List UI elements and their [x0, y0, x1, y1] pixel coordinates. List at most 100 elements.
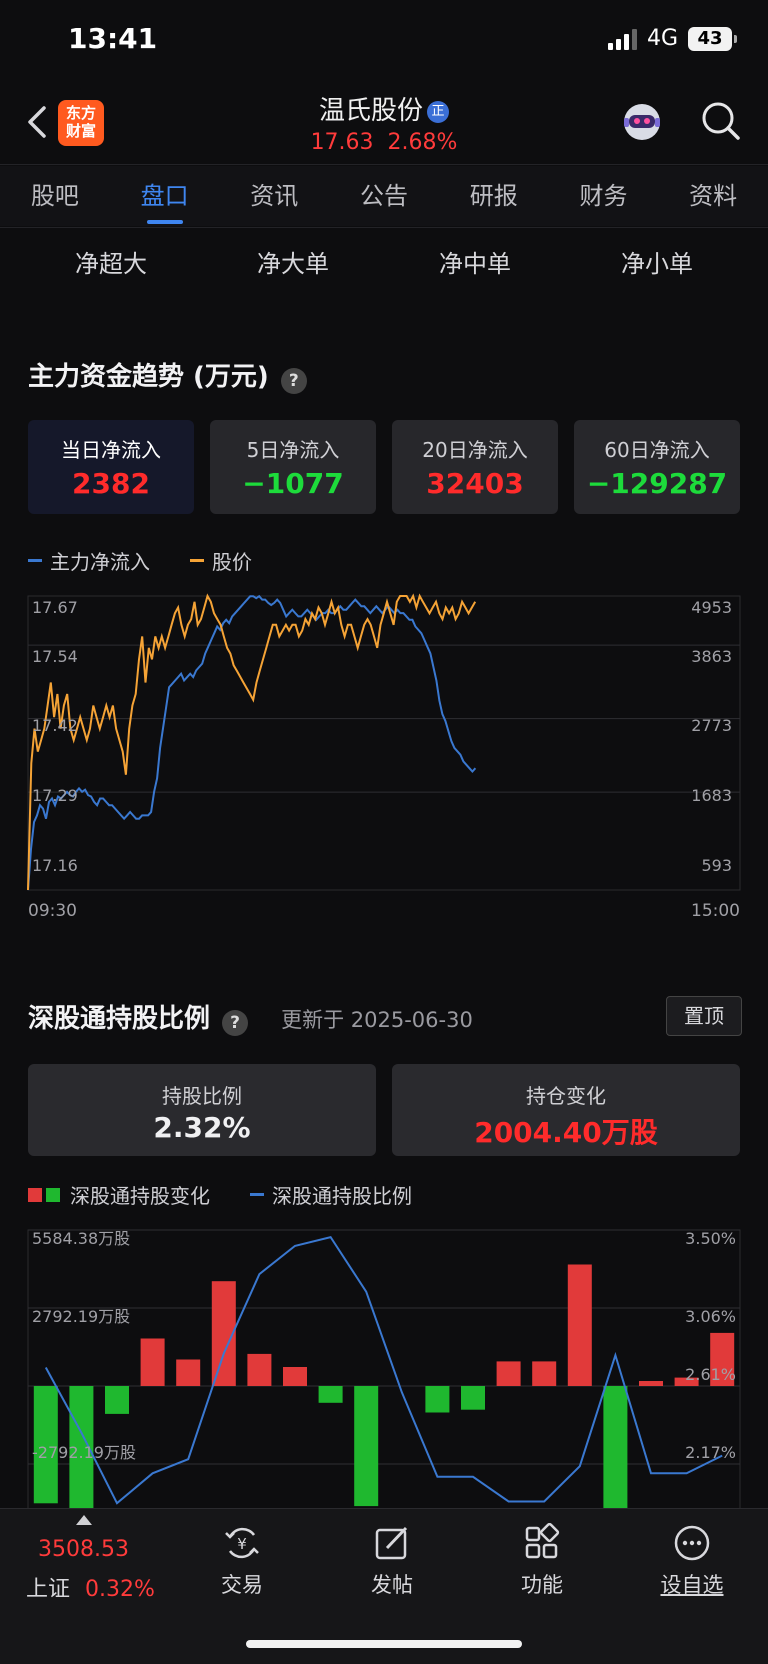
edit-icon [375, 1526, 408, 1560]
flow-card-label: 60日净流入 [604, 438, 710, 462]
nav-add-watchlist-label: 设自选 [660, 1573, 724, 1597]
holding-chart: 5584.38万股 2792.19万股 -2792.19万股 3.50% 3.06% 2.… [27, 1229, 741, 1508]
holding-bar-increase [532, 1361, 557, 1386]
flow-chart: 17.67 17.54 17.42 17.29 17.16 4953 3863 2773 168… [27, 593, 741, 921]
svg-text:¥: ¥ [237, 1535, 247, 1553]
legend-red-square [28, 1187, 42, 1202]
flow-card-5d[interactable]: 5日净流入 −1077 [210, 420, 376, 514]
holding-bar-decrease [461, 1386, 485, 1410]
y-right-tick: 1683 [691, 786, 732, 805]
subtab-small[interactable]: 净小单 [566, 244, 748, 279]
holding-bar-increase [283, 1367, 307, 1386]
battery-icon: 43 [688, 26, 737, 51]
tab-guba[interactable]: 股吧 [0, 166, 110, 226]
y-right-tick: 2.17% [685, 1443, 736, 1462]
robot-assistant-icon[interactable] [620, 100, 664, 144]
nav-trade-label: 交易 [221, 1573, 263, 1597]
help-icon[interactable]: ? [280, 367, 307, 394]
flow-card-20d[interactable]: 20日净流入 32403 [392, 420, 558, 514]
index-change: 0.32% [85, 1577, 155, 1602]
status-indicators: 4G 43 [607, 26, 737, 51]
holding-ratio-label: 持股比例 [162, 1084, 242, 1108]
status-time: 13:41 [68, 22, 158, 55]
signal-icon [607, 28, 637, 50]
stock-price: 17.63 [310, 130, 374, 155]
legend-blue-line [250, 1193, 264, 1196]
y-right-tick: 2.61% [685, 1365, 736, 1384]
index-name: 上证 [26, 1577, 71, 1602]
nav-functions[interactable]: 功能 [492, 1523, 592, 1599]
tab-research[interactable]: 研报 [439, 166, 549, 226]
holding-bar-increase [176, 1359, 201, 1386]
chart-frame [27, 1229, 741, 1508]
holding-bar-decrease [105, 1386, 129, 1414]
y-left-tick: 17.67 [32, 598, 78, 617]
flow-card-value: −1077 [242, 467, 344, 500]
y-left-tick: 17.16 [32, 856, 78, 875]
tab-news[interactable]: 资讯 [219, 166, 329, 226]
help-icon[interactable]: ? [222, 1009, 249, 1036]
price-line [27, 593, 477, 891]
holding-bar-increase [247, 1353, 272, 1386]
legend-price: 股价 [212, 550, 252, 574]
legend-blue-line [28, 559, 42, 562]
trade-icon: ¥ [225, 1527, 259, 1559]
nav-post[interactable]: 发帖 [342, 1523, 442, 1599]
flow-card-60d[interactable]: 60日净流入 −129287 [574, 420, 740, 514]
flow-card-today[interactable]: 当日净流入 2382 [28, 420, 194, 514]
nav-post-label: 发帖 [371, 1573, 413, 1597]
nav-add-watchlist[interactable]: 设自选 [642, 1523, 742, 1599]
holding-change-label: 持仓变化 [526, 1084, 606, 1108]
holding-bar-increase [639, 1381, 663, 1386]
holding-title: 深股通持股比例 [28, 1004, 211, 1034]
legend-orange-line [190, 559, 204, 562]
tab-pankou[interactable]: 盘口 [110, 166, 220, 226]
y-right-tick: 593 [701, 856, 732, 875]
index-value: 3508.53 [38, 1537, 129, 1562]
flow-card-label: 5日净流入 [246, 438, 340, 462]
subtab-large[interactable]: 净大单 [202, 244, 384, 279]
holding-bar-increase [567, 1264, 592, 1386]
holding-bar-decrease [425, 1386, 450, 1413]
holding-bar-decrease [603, 1386, 628, 1508]
holding-ratio-card: 持股比例 2.32% [28, 1064, 376, 1156]
home-indicator [246, 1640, 522, 1648]
y-right-tick: 3.06% [685, 1307, 736, 1326]
y-left-tick: 2792.19万股 [32, 1307, 130, 1326]
holding-updated: 更新于 2025-06-30 [281, 1008, 473, 1032]
chart-frame [27, 595, 741, 891]
legend-bar-series: 深股通持股变化 [70, 1184, 210, 1208]
tab-finance[interactable]: 财务 [549, 166, 659, 226]
flow-card-label: 当日净流入 [61, 438, 161, 462]
subtab-medium[interactable]: 净中单 [384, 244, 566, 279]
y-right-tick: 4953 [691, 598, 732, 617]
holding-bar-decrease [354, 1386, 379, 1507]
y-left-tick: 17.29 [32, 786, 78, 805]
order-size-tabs: 净超大 净大单 净中单 净小单 [20, 244, 748, 279]
legend-main-flow: 主力净流入 [50, 550, 150, 574]
holding-bar-increase [140, 1338, 165, 1386]
legend-green-square [46, 1187, 60, 1202]
y-left-tick: 17.42 [32, 716, 78, 735]
holding-ratio-value: 2.32% [153, 1111, 251, 1144]
divider [0, 164, 768, 165]
tab-announcements[interactable]: 公告 [329, 166, 439, 226]
nav-trade[interactable]: ¥ 交易 [192, 1523, 292, 1599]
flow-title: 主力资金趋势 (万元) [28, 362, 269, 392]
flow-section-header: 主力资金趋势 (万元)? [28, 356, 307, 394]
y-right-tick: 2773 [691, 716, 732, 735]
y-left-tick: 17.54 [32, 647, 78, 666]
x-end-tick: 15:00 [691, 901, 740, 921]
y-left-tick: 5584.38万股 [32, 1229, 130, 1248]
search-icon[interactable] [700, 100, 742, 142]
flow-card-value: −129287 [586, 467, 728, 500]
holding-bar-decrease [318, 1386, 343, 1403]
tab-profile[interactable]: 资料 [658, 166, 768, 226]
subtab-super-large[interactable]: 净超大 [20, 244, 202, 279]
holding-change-card: 持仓变化 2004.40万股 [392, 1064, 740, 1156]
flow-card-label: 20日净流入 [422, 438, 528, 462]
pin-top-button[interactable]: 置顶 [666, 996, 742, 1036]
tab-bar: 股吧 盘口 资讯 公告 研报 财务 资料 [0, 166, 768, 226]
divider [0, 227, 768, 228]
flow-card-value: 32403 [426, 467, 524, 500]
